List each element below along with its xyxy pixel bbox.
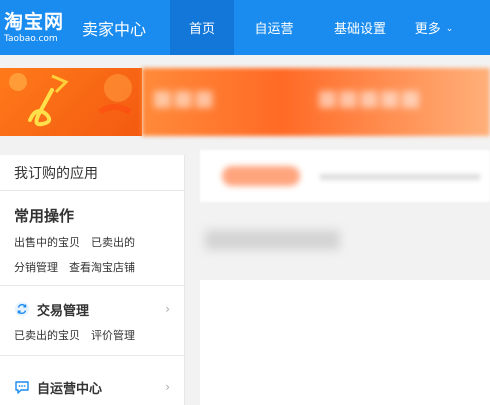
nav-basic-settings[interactable]: 基础设置	[314, 0, 406, 55]
link-distribution-management[interactable]: 分销管理	[14, 259, 58, 275]
common-links-row-2: 分销管理 查看淘宝店铺	[14, 254, 184, 279]
trade-management-header[interactable]: 交易管理 ›	[0, 292, 184, 326]
blurred-pill	[222, 166, 300, 186]
logo-text: 淘宝网	[4, 10, 65, 33]
sidebar-divider	[0, 285, 184, 286]
banner-decoration	[9, 73, 132, 127]
main-section-title-blurred	[205, 230, 340, 250]
chevron-down-icon: ⌄	[445, 23, 454, 34]
chat-icon	[14, 379, 30, 395]
seller-center-page: 淘宝网 Taobao.com 卖家中心 首页 自运营 基础设置 更多 ⌄ ■■■…	[0, 0, 490, 405]
app-title: 卖家中心	[82, 19, 147, 39]
nav-home[interactable]: 首页	[170, 0, 234, 55]
trade-management-label: 交易管理	[37, 303, 90, 319]
self-operation-center-header[interactable]: 自运营中心 ›	[0, 370, 184, 404]
top-nav-bar: 淘宝网 Taobao.com 卖家中心 首页 自运营 基础设置 更多 ⌄	[0, 0, 490, 55]
app-sidebar: 我订购的应用 常用操作 出售中的宝贝 已卖出的 分销管理 查看淘宝店铺 交易管理…	[0, 155, 185, 405]
common-links-row-1: 出售中的宝贝 已卖出的	[14, 229, 184, 254]
link-items-sold-truncated[interactable]: 已卖出的	[91, 234, 135, 250]
main-content-card	[200, 280, 490, 405]
trade-links: 已卖出的宝贝 评价管理	[0, 322, 184, 347]
exchange-icon	[14, 301, 30, 317]
banner-blur-text-1: ■■■	[152, 86, 215, 111]
nav-more[interactable]: 更多 ⌄	[406, 0, 462, 55]
logo-subtext: Taobao.com	[4, 33, 58, 44]
main-notice-strip-blurred	[200, 150, 490, 202]
link-review-management[interactable]: 评价管理	[91, 327, 135, 343]
chevron-right-icon: ›	[165, 302, 170, 316]
taobao-logo[interactable]: 淘宝网 Taobao.com	[0, 0, 78, 55]
link-view-taobao-store[interactable]: 查看淘宝店铺	[69, 259, 135, 275]
chevron-right-icon: ›	[165, 380, 170, 394]
common-operations-heading: 常用操作	[14, 207, 75, 225]
nav-more-label: 更多	[414, 22, 441, 37]
self-operation-center-label: 自运营中心	[37, 381, 103, 397]
link-items-on-sale[interactable]: 出售中的宝贝	[14, 234, 80, 250]
promo-banner-image[interactable]	[0, 68, 142, 136]
sidebar-divider-2	[0, 355, 184, 356]
sidebar-title[interactable]: 我订购的应用	[0, 155, 184, 191]
blurred-text-line	[320, 174, 480, 180]
nav-self-operation[interactable]: 自运营	[234, 0, 314, 55]
main-nav: 首页 自运营 基础设置 更多 ⌄	[170, 0, 462, 55]
promo-banner-blurred[interactable]: ■■■ ■■■■■	[142, 68, 490, 136]
common-operations-section: 常用操作 出售中的宝贝 已卖出的 分销管理 查看淘宝店铺	[0, 191, 184, 279]
banner-blur-text-2: ■■■■■	[317, 86, 421, 111]
link-sold-items[interactable]: 已卖出的宝贝	[14, 327, 80, 343]
